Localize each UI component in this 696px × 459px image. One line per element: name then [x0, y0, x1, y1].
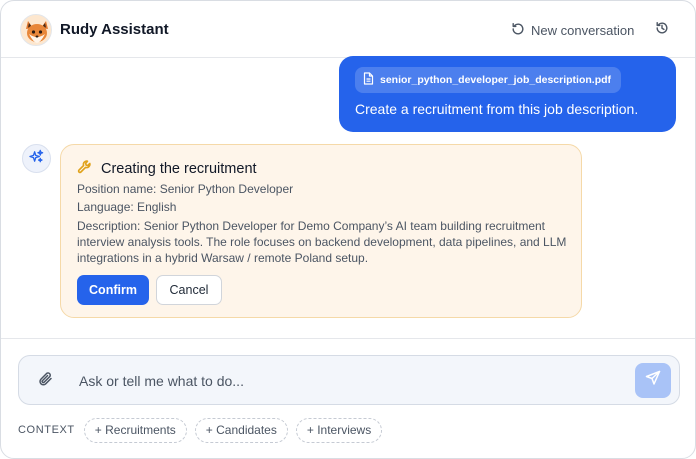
- send-button[interactable]: [635, 363, 671, 398]
- paperclip-icon: [38, 371, 54, 392]
- confirm-button[interactable]: Confirm: [77, 275, 149, 305]
- send-icon: [645, 370, 661, 391]
- new-conversation-button[interactable]: New conversation: [511, 19, 634, 41]
- user-message: senior_python_developer_job_description.…: [339, 56, 676, 132]
- user-message-text: Create a recruitment from this job descr…: [355, 101, 639, 117]
- message-input[interactable]: [79, 369, 619, 393]
- attachment-chip[interactable]: senior_python_developer_job_description.…: [355, 67, 622, 93]
- file-icon: [363, 72, 374, 88]
- card-header: Creating the recruitment: [77, 159, 257, 179]
- fox-avatar-icon: [20, 14, 52, 46]
- position-name: Position name: Senior Python Developer: [77, 182, 294, 196]
- context-chip-interviews[interactable]: + Interviews: [295, 417, 383, 443]
- composer: [18, 355, 680, 405]
- assistant-avatar: [22, 144, 51, 173]
- refresh-icon: [511, 22, 525, 39]
- cancel-button[interactable]: Cancel: [156, 275, 222, 305]
- language: Language: English: [77, 200, 177, 214]
- assistant-title: Rudy Assistant: [60, 21, 169, 38]
- card-title: Creating the recruitment: [101, 161, 257, 177]
- attach-file-button[interactable]: [35, 370, 57, 392]
- history-icon: [655, 21, 669, 40]
- context-chip-recruitments[interactable]: + Recruitments: [83, 417, 187, 443]
- new-conversation-label: New conversation: [531, 22, 635, 38]
- wrench-icon: [77, 159, 93, 179]
- composer-divider: [1, 338, 695, 339]
- action-card: Creating the recruitment Position name: …: [60, 144, 582, 318]
- context-row: CONTEXT + Recruitments + Candidates + In…: [18, 417, 383, 443]
- context-label: CONTEXT: [18, 424, 75, 436]
- sparkles-icon: [29, 149, 44, 169]
- header: Rudy Assistant New conversation: [1, 1, 695, 58]
- context-chip-candidates[interactable]: + Candidates: [194, 417, 288, 443]
- description: Description: Senior Python Developer for…: [77, 219, 567, 265]
- attachment-name: senior_python_developer_job_description.…: [380, 74, 612, 86]
- history-button[interactable]: [651, 19, 673, 41]
- assistant-panel: Rudy Assistant New conversation senior_p…: [0, 0, 696, 459]
